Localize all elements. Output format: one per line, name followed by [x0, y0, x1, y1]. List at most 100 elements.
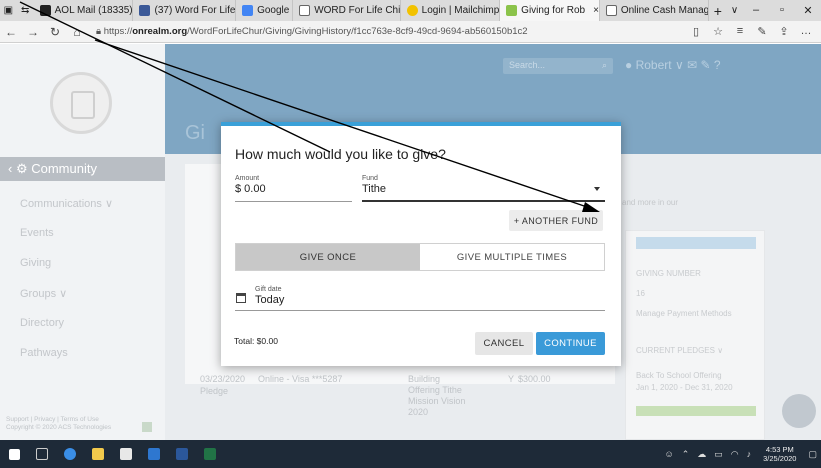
sidebar: ‹ ⚙ Community Communications ∨ Events Gi… — [0, 44, 165, 440]
tab-word-for-life[interactable]: WORD For Life Chi — [293, 0, 401, 21]
fund-label: Fund — [362, 175, 378, 182]
frequency-toggle: GIVE ONCE GIVE MULTIPLE TIMES — [235, 243, 605, 271]
fund-select[interactable]: Tithe — [362, 183, 386, 195]
chat-bubble-icon[interactable] — [782, 394, 816, 428]
amount-field[interactable]: $ 0.00 — [235, 183, 266, 195]
total-amount: Total: $0.00 — [234, 336, 278, 346]
pledge-progress — [636, 406, 756, 416]
current-pledges[interactable]: CURRENT PLEDGES ∨ — [636, 346, 723, 355]
wifi-icon[interactable]: ◠ — [731, 449, 739, 460]
add-another-fund-button[interactable]: + ANOTHER FUND — [509, 210, 603, 231]
sidebar-item-groups[interactable]: Groups ∨ — [20, 287, 67, 300]
clock[interactable]: 4:53 PM 3/25/2020 — [763, 445, 796, 463]
church-logo — [50, 72, 112, 134]
gift-date-underline — [235, 310, 605, 311]
tab-label: AOL Mail (18335) — [54, 5, 133, 16]
fund-underline — [362, 200, 605, 202]
volume-icon[interactable]: ♪ — [747, 449, 752, 459]
pledge-name: Back To School Offering — [636, 371, 722, 380]
people-icon[interactable]: ☺ — [664, 449, 673, 459]
continue-button[interactable]: CONTINUE — [536, 332, 605, 355]
maximize-icon[interactable]: ▫ — [769, 4, 795, 17]
more-icon[interactable]: … — [795, 25, 817, 38]
give-once-option[interactable]: GIVE ONCE — [236, 244, 420, 270]
row-date: 03/23/2020 — [200, 374, 246, 384]
file-explorer-icon[interactable] — [84, 440, 112, 468]
row-method: Online - Visa ***5287 — [258, 374, 343, 384]
community-label: Community — [31, 161, 97, 176]
google-icon — [242, 5, 254, 16]
give-modal: How much would you like to give? Amount … — [221, 122, 621, 366]
tab-actions-icon[interactable]: ▣ — [0, 0, 17, 21]
sidebar-item-directory[interactable]: Directory — [20, 317, 64, 329]
onedrive-icon[interactable]: ☁ — [697, 449, 706, 460]
url-field[interactable]: 🔒︎ https://onrealm.org/WordForLifeChur/G… — [96, 26, 685, 37]
show-hidden-icon[interactable]: ⌃ — [682, 449, 690, 460]
minimize-icon[interactable]: – — [743, 4, 769, 17]
footer-text: Support | Privacy | Terms of Use Copyrig… — [6, 416, 112, 431]
edge-icon[interactable] — [56, 440, 84, 468]
give-now-button[interactable] — [636, 237, 756, 249]
giving-summary-card: GIVING NUMBER 16 Manage Payment Methods … — [625, 230, 765, 440]
set-aside-tabs-icon[interactable]: ⇆ — [17, 0, 34, 21]
calendar-icon[interactable] — [236, 293, 246, 303]
page-title: Gi — [185, 122, 205, 144]
realm-icon — [506, 5, 518, 16]
community-header[interactable]: ‹ ⚙ Community — [0, 157, 165, 181]
tab-mailchimp[interactable]: Login | Mailchimp — [401, 0, 501, 21]
tab-label: WORD For Life Chi — [314, 5, 401, 16]
giving-number-label: GIVING NUMBER — [636, 269, 701, 278]
cancel-button[interactable]: CANCEL — [475, 332, 533, 355]
manage-payment-link[interactable]: Manage Payment Methods — [636, 309, 732, 318]
mail-icon[interactable] — [140, 440, 168, 468]
favorites-icon[interactable]: ≡ — [729, 25, 751, 38]
info-note: and more in our — [622, 198, 679, 207]
sidebar-item-pathways[interactable]: Pathways — [20, 347, 68, 359]
word-icon[interactable] — [168, 440, 196, 468]
tab-label: Giving for Rob — [521, 5, 586, 16]
lock-icon: 🔒︎ — [96, 26, 104, 37]
back-icon[interactable]: ← — [0, 25, 22, 39]
new-tab-button[interactable]: + — [709, 0, 726, 21]
pledge-dates: Jan 1, 2020 - Dec 31, 2020 — [636, 383, 733, 392]
sidebar-item-giving[interactable]: Giving — [20, 257, 51, 269]
reading-view-icon[interactable]: ▯ — [685, 25, 707, 38]
share-icon[interactable]: ⇪ — [773, 25, 795, 38]
chevron-down-icon[interactable] — [594, 187, 600, 191]
sidebar-item-events[interactable]: Events — [20, 227, 54, 239]
windows-start-icon[interactable] — [0, 440, 28, 468]
taskbar: ☺ ⌃ ☁ ▭ ◠ ♪ 4:53 PM 3/25/2020 ▢ — [0, 440, 821, 468]
store-icon[interactable] — [112, 440, 140, 468]
excel-icon[interactable] — [196, 440, 224, 468]
address-bar: ← → ↻ ⌂ 🔒︎ https://onrealm.org/WordForLi… — [0, 21, 821, 43]
user-menu[interactable]: ● Robert ∨ ✉ ✎ ? — [625, 58, 721, 72]
url-domain: onrealm.org — [132, 26, 188, 37]
refresh-icon[interactable]: ↻ — [44, 25, 66, 39]
tab-online-cash[interactable]: Online Cash Manag — [600, 0, 710, 21]
badge-icon — [142, 422, 152, 432]
amount-label: Amount — [235, 175, 260, 182]
close-window-icon[interactable]: ✕ — [795, 4, 821, 17]
search-input[interactable]: Search... ⌕ — [503, 58, 613, 74]
tab-label: Login | Mailchimp — [421, 5, 500, 16]
home-icon[interactable]: ⌂ — [66, 25, 88, 39]
forward-icon[interactable]: → — [22, 25, 44, 39]
page-icon — [299, 5, 311, 16]
tab-list-chevron-icon[interactable]: ∨ — [726, 0, 743, 21]
tab-facebook[interactable]: (37) Word For Life — [133, 0, 237, 21]
battery-icon[interactable]: ▭ — [714, 449, 723, 460]
favorite-star-icon[interactable]: ☆ — [707, 25, 729, 38]
close-tab-icon[interactable]: × — [593, 5, 599, 16]
tab-label: Online Cash Manag — [620, 5, 710, 16]
gift-date-field[interactable]: Today — [255, 294, 284, 306]
tab-giving[interactable]: Giving for Rob × — [500, 0, 600, 21]
pen-icon[interactable]: ✎ — [751, 25, 773, 38]
facebook-icon — [139, 5, 151, 16]
sidebar-item-communications[interactable]: Communications ∨ — [20, 197, 113, 210]
tab-aol-mail[interactable]: AOL Mail (18335) — [34, 0, 134, 21]
system-tray: ☺ ⌃ ☁ ▭ ◠ ♪ 4:53 PM 3/25/2020 ▢ — [660, 445, 821, 463]
notifications-icon[interactable]: ▢ — [808, 449, 817, 460]
tab-google[interactable]: Google — [236, 0, 294, 21]
task-view-icon[interactable] — [28, 440, 56, 468]
give-multiple-times-option[interactable]: GIVE MULTIPLE TIMES — [420, 244, 604, 270]
